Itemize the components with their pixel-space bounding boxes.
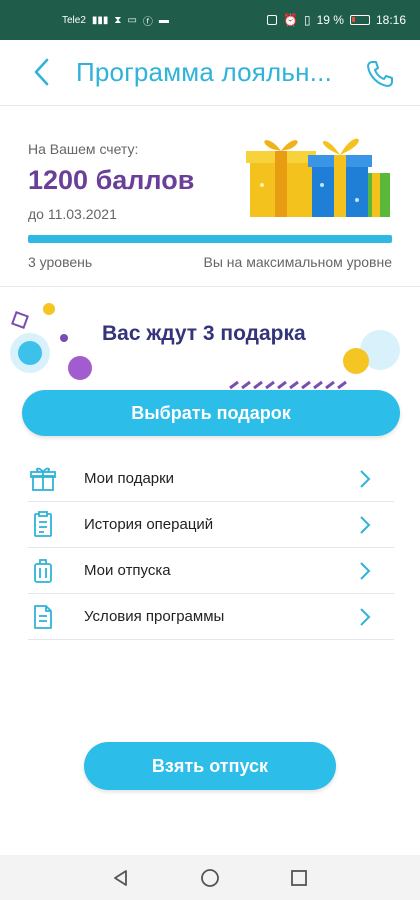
- system-nav-bar: [0, 855, 420, 900]
- battery-percent: 19 %: [316, 13, 344, 27]
- status-right: ⏰ ▯ 19 % 18:16: [267, 13, 406, 27]
- suitcase-icon: [28, 556, 58, 586]
- chevron-right-icon: [360, 470, 371, 488]
- carrier-label: Tele2: [62, 14, 86, 26]
- back-button[interactable]: [26, 54, 56, 90]
- balance-card: На Вашем счету: 1200 баллов до 11.03.202…: [0, 107, 420, 287]
- flag-icon: ▬: [158, 14, 169, 26]
- gifts-promo-banner: Вас ждут 3 подарка: [0, 288, 420, 393]
- chevron-left-icon: [34, 58, 49, 86]
- menu-item-label: Условия программы: [84, 608, 225, 625]
- signal-icon: ▮▮▮: [91, 14, 109, 26]
- vibrate-icon: ▯: [304, 13, 311, 27]
- status-left: Tele2 ▮▮▮ ⧗ ▭ ⓕ ▬: [62, 13, 169, 28]
- facebook-icon: ⓕ: [142, 16, 153, 28]
- menu-item-program-terms[interactable]: Условия программы: [28, 594, 394, 640]
- document-icon: [28, 602, 58, 632]
- level-status: Вы на максимальном уровне: [203, 254, 393, 270]
- loyalty-menu-list: Мои подарки История операций Мои отпуска…: [28, 456, 394, 640]
- gift-boxes-image: [246, 138, 390, 217]
- balance-caption: На Вашем счету:: [28, 141, 139, 157]
- gifts-waiting-text: Вас ждут 3 подарка: [102, 322, 306, 345]
- alarm-icon: ⏰: [283, 13, 298, 27]
- gift-icon: [28, 464, 58, 494]
- triangle-back-icon: [114, 870, 127, 886]
- nav-recents-button[interactable]: [288, 867, 310, 889]
- points-expiry: до 11.03.2021: [28, 206, 117, 222]
- level-progress-fill: [28, 235, 392, 243]
- menu-item-label: Мои подарки: [84, 470, 175, 487]
- app-header: Программа лояльн...: [0, 40, 420, 106]
- menu-item-label: Мои отпуска: [84, 562, 171, 579]
- status-bar: Tele2 ▮▮▮ ⧗ ▭ ⓕ ▬ ⏰ ▯ 19 % 18:16: [0, 0, 420, 40]
- take-vacation-button[interactable]: Взять отпуск: [84, 742, 336, 790]
- nfc-icon: [267, 15, 278, 25]
- menu-item-my-gifts[interactable]: Мои подарки: [28, 456, 394, 502]
- level-label: 3 уровень: [28, 254, 93, 270]
- menu-item-my-vacations[interactable]: Мои отпуска: [28, 548, 394, 594]
- hourglass-icon: ⧗: [114, 14, 122, 26]
- laptop-icon: ▭: [127, 14, 137, 26]
- circle-home-icon: [201, 869, 219, 887]
- page-title: Программа лояльн...: [76, 57, 332, 87]
- chevron-right-icon: [360, 562, 371, 580]
- choose-gift-button[interactable]: Выбрать подарок: [22, 390, 400, 436]
- nav-home-button[interactable]: [199, 867, 221, 889]
- menu-item-label: История операций: [84, 516, 214, 533]
- menu-item-operations-history[interactable]: История операций: [28, 502, 394, 548]
- square-recents-icon: [291, 870, 307, 886]
- battery-icon: [349, 15, 370, 25]
- chevron-right-icon: [360, 516, 371, 534]
- level-progress-bar: [28, 235, 392, 243]
- chevron-right-icon: [360, 608, 371, 626]
- phone-button[interactable]: [362, 56, 398, 92]
- points-value: 1200 баллов: [28, 165, 195, 195]
- phone-icon: [367, 61, 393, 87]
- nav-back-button[interactable]: [110, 867, 132, 889]
- receipt-icon: [28, 510, 58, 540]
- clock-time: 18:16: [375, 13, 406, 27]
